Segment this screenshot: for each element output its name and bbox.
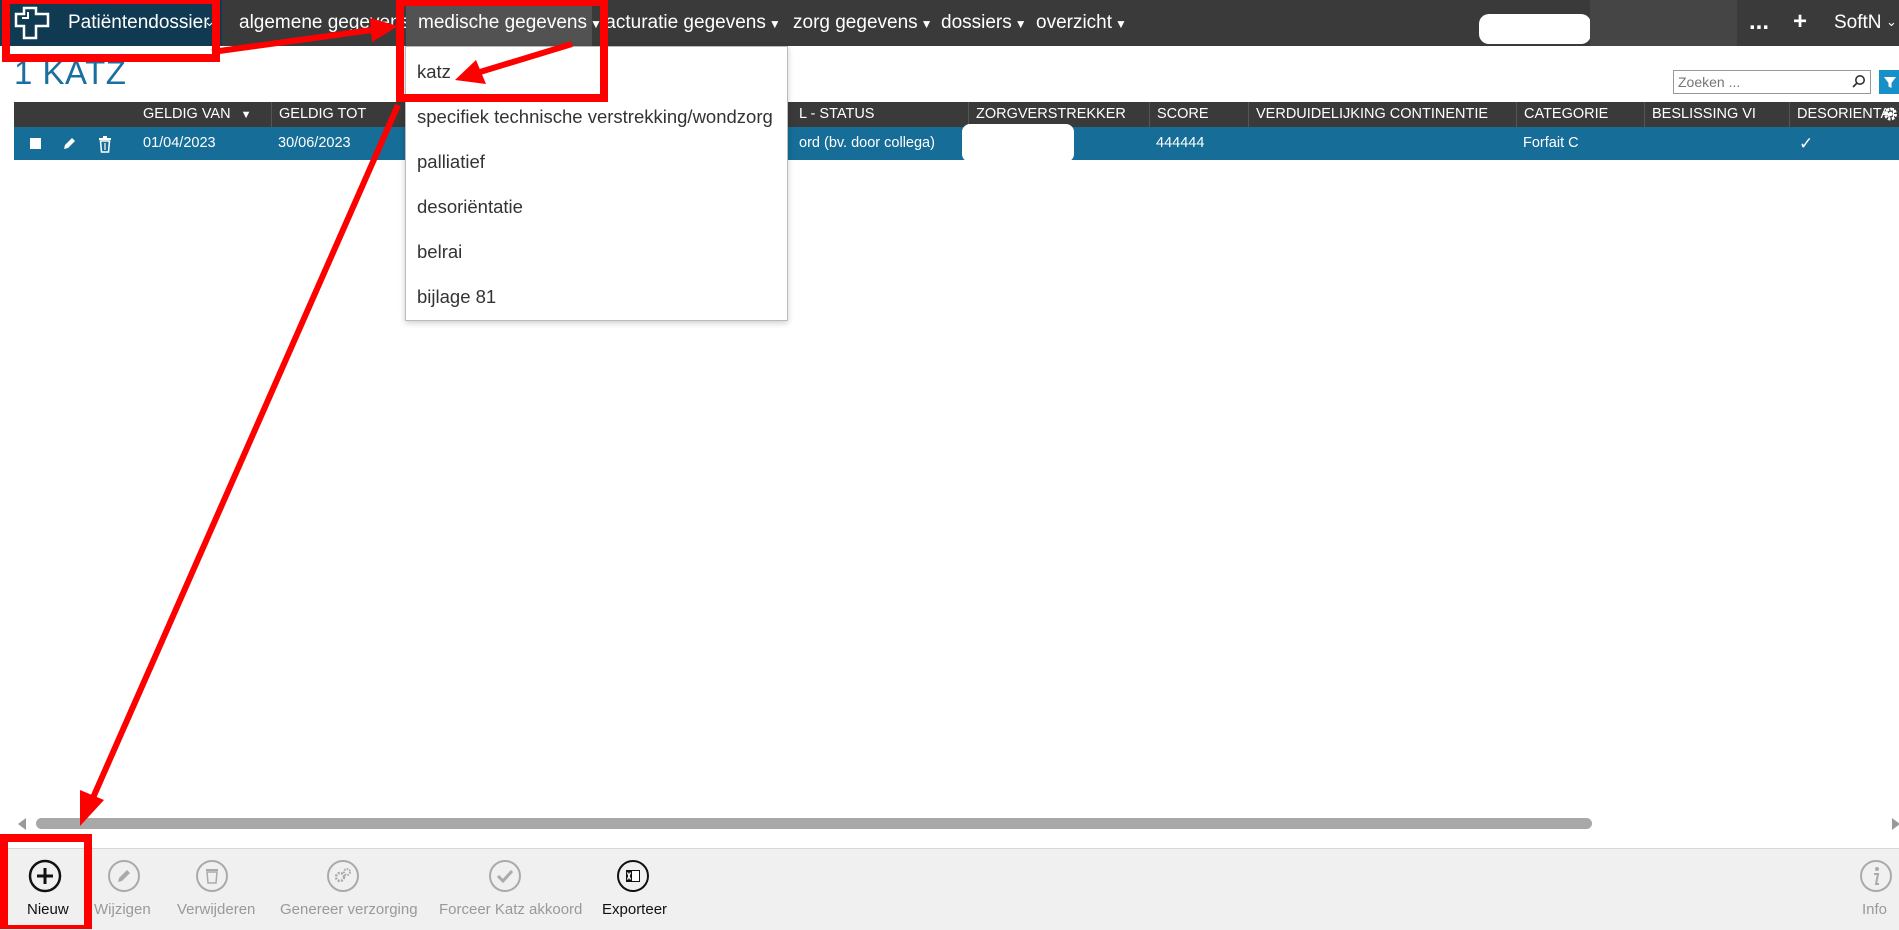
gear-icon[interactable]	[1882, 104, 1899, 124]
nav-label: algemene gegevens	[239, 12, 411, 33]
trash-icon	[195, 859, 229, 893]
nav-medische-gegevens[interactable]: medische gegevens ▼	[418, 12, 602, 34]
check-icon	[488, 859, 522, 893]
table-row[interactable]: 01/04/2023 30/06/2023 ord (bv. door coll…	[14, 127, 1899, 160]
scroll-right-arrow-icon[interactable]	[1892, 818, 1899, 830]
button-label: Wijzigen	[94, 901, 151, 918]
cell-geldig-van: 01/04/2023	[143, 135, 216, 151]
column-header-geldig-van[interactable]: GELDIG VAN ▼	[136, 102, 271, 127]
cell-desorientatie-checkmark: ✓	[1799, 134, 1814, 153]
info-icon	[1859, 859, 1893, 893]
nav-label: facturatie gegevens	[600, 12, 766, 33]
info-button[interactable]: Info	[1858, 849, 1898, 930]
trash-icon[interactable]	[97, 135, 113, 153]
cell-geldig-tot: 30/06/2023	[278, 135, 351, 151]
column-label: GELDIG VAN	[143, 106, 231, 122]
edit-pencil-icon[interactable]	[61, 135, 77, 153]
user-menu[interactable]: SoftN	[1834, 12, 1882, 34]
chevron-down-icon: ⌄	[1886, 14, 1897, 29]
gears-icon	[326, 859, 360, 893]
page-title: 1 KATZ	[14, 54, 127, 91]
column-label: DESORIENTATIE	[1797, 106, 1894, 122]
brand-label: Patiëntendossier	[68, 12, 210, 33]
button-label: Forceer Katz akkoord	[439, 901, 583, 918]
filter-icon	[1884, 77, 1896, 88]
annotation-arrow-3	[89, 103, 401, 802]
button-label: Info	[1862, 901, 1888, 918]
edit-button[interactable]: Wijzigen	[92, 849, 158, 930]
app-logo-icon	[14, 6, 50, 40]
menu-item-bijlage-81[interactable]: bijlage 81	[417, 286, 496, 308]
caret-down-icon: ▼	[1115, 17, 1127, 31]
more-button[interactable]: ...	[1749, 8, 1769, 36]
nav-label: zorg gegevens	[793, 12, 918, 33]
button-label: Verwijderen	[177, 901, 256, 918]
plus-circle-icon	[28, 859, 62, 893]
nav-zorg-gegevens[interactable]: zorg gegevens ▼	[793, 12, 933, 34]
cell-score: 444444	[1156, 135, 1205, 151]
column-header-desorientatie[interactable]: DESORIENTATIE	[1789, 102, 1894, 127]
nav-label: dossiers	[941, 12, 1012, 33]
search-icon[interactable]	[1852, 74, 1866, 88]
menu-item-desorientatie[interactable]: desoriëntatie	[417, 196, 523, 218]
column-label: VERDUIDELIJKING CONTINENTIE	[1256, 106, 1489, 122]
horizontal-scrollbar-thumb[interactable]	[36, 818, 1592, 829]
nav-facturatie-gegevens[interactable]: facturatie gegevens ▼	[600, 12, 781, 34]
grid-header: GELDIG VAN ▼ GELDIG TOT L - STATUS ZORGV…	[14, 102, 1899, 127]
medische-gegevens-dropdown: katz specifiek technische verstrekking/w…	[405, 46, 788, 321]
bottom-toolbar: Nieuw Wijzigen Verwijderen Genereer verz…	[0, 848, 1899, 930]
column-header-score[interactable]: SCORE	[1149, 102, 1248, 127]
nav-dossiers[interactable]: dossiers ▼	[941, 12, 1027, 34]
cell-categorie: Forfait C	[1523, 135, 1579, 151]
caret-down-icon: ▼	[920, 17, 933, 31]
menu-item-technische-verstrekking[interactable]: specifiek technische verstrekking/wondzo…	[417, 106, 773, 128]
caret-down-icon: ▼	[1014, 17, 1027, 31]
nav-overzicht[interactable]: overzicht ▼	[1036, 12, 1127, 34]
nav-label: medische gegevens	[418, 12, 587, 33]
column-label: L - STATUS	[799, 106, 875, 122]
filter-button[interactable]	[1879, 70, 1899, 94]
top-nav-bar: Patiëntendossier ⌄ algemene gegevens med…	[0, 0, 1899, 46]
column-header-verduidelijking-continentie[interactable]: VERDUIDELIJKING CONTINENTIE	[1248, 102, 1516, 127]
column-header-geldig-tot[interactable]: GELDIG TOT	[271, 102, 406, 127]
cell-status: ord (bv. door collega)	[799, 135, 935, 151]
caret-down-icon: ▼	[768, 17, 781, 31]
menu-item-belrai[interactable]: belrai	[417, 241, 462, 263]
chevron-down-icon: ⌄	[204, 14, 215, 29]
delete-button[interactable]: Verwijderen	[172, 849, 258, 930]
nav-spacer	[1590, 0, 1737, 46]
button-label: Exporteer	[602, 901, 668, 918]
redacted-zorgverstrekker	[962, 124, 1074, 162]
force-katz-button[interactable]: Forceer Katz akkoord	[434, 849, 583, 930]
add-button[interactable]: +	[1793, 8, 1807, 36]
menu-item-katz[interactable]: katz	[417, 61, 451, 83]
nav-label: overzicht	[1036, 12, 1113, 33]
sort-desc-icon: ▼	[240, 109, 252, 121]
cell-beslissing	[1644, 127, 1789, 160]
brand-menu[interactable]: Patiëntendossier ⌄	[0, 0, 222, 46]
button-label: Nieuw	[27, 901, 69, 918]
scroll-left-arrow-icon[interactable]	[18, 818, 26, 830]
search-input[interactable]	[1674, 71, 1852, 93]
column-header-categorie[interactable]: CATEGORIE	[1516, 102, 1644, 127]
new-button[interactable]: Nieuw	[14, 849, 80, 930]
excel-icon	[616, 859, 650, 893]
row-checkbox[interactable]	[30, 138, 41, 149]
column-label: GELDIG TOT	[279, 106, 367, 122]
column-header-beslissing-vi[interactable]: BESLISSING VI	[1644, 102, 1789, 127]
generate-care-button[interactable]: Genereer verzorging	[276, 849, 418, 930]
column-label: SCORE	[1157, 106, 1209, 122]
column-label: CATEGORIE	[1524, 106, 1609, 122]
button-label: Genereer verzorging	[280, 901, 418, 918]
column-label: BESLISSING VI	[1652, 106, 1756, 122]
menu-item-palliatief[interactable]: palliatief	[417, 151, 485, 173]
cell-verduidelijking	[1248, 127, 1516, 160]
column-header-status[interactable]: L - STATUS	[792, 102, 968, 127]
pencil-icon	[107, 859, 141, 893]
search-field[interactable]	[1673, 70, 1871, 94]
column-label: ZORGVERSTREKKER	[976, 106, 1126, 122]
redacted-pill	[1479, 14, 1591, 44]
nav-algemene-gegevens[interactable]: algemene gegevens	[239, 12, 410, 34]
export-button[interactable]: Exporteer	[596, 849, 672, 930]
